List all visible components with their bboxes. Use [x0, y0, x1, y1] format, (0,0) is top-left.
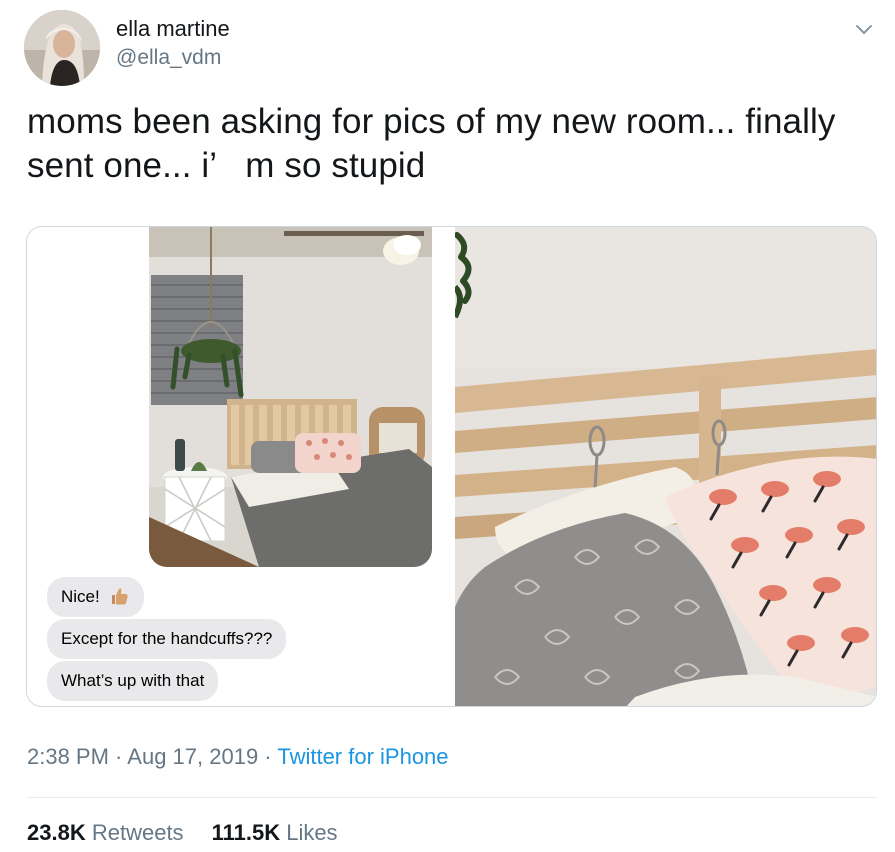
meta-separator: ·: [258, 744, 278, 769]
tweet-source-link[interactable]: Twitter for iPhone: [277, 744, 448, 769]
retweets-count: 23.8K: [27, 820, 86, 845]
likes-count: 111.5K: [211, 820, 281, 845]
message-bubble: Nice!: [47, 577, 145, 617]
avatar[interactable]: [24, 10, 100, 86]
tweet-card: ella martine @ella_vdm moms been asking …: [0, 0, 895, 852]
tweet-stats: 23.8K Retweets 111.5K Likes: [27, 820, 338, 846]
bed-handcuffs-photo: [452, 227, 876, 706]
message-photo: [149, 227, 432, 567]
media-image-left[interactable]: Nice! Except for the handcuffs??? What’s…: [27, 227, 454, 706]
tweet-text-line-1: moms been asking for pics of my new room…: [27, 102, 836, 141]
message-bubble: What’s up with that: [47, 661, 219, 701]
tweet-date[interactable]: Aug 17, 2019: [127, 744, 258, 769]
media-image-right[interactable]: [452, 227, 876, 706]
likes-stat[interactable]: 111.5K Likes: [212, 820, 338, 845]
tweet-media[interactable]: Nice! Except for the handcuffs??? What’s…: [26, 226, 877, 707]
tweet-time[interactable]: 2:38 PM: [27, 744, 109, 769]
display-name[interactable]: ella martine: [116, 16, 230, 42]
divider: [27, 797, 877, 798]
message-text: Nice!: [61, 587, 105, 606]
message-text: Except for the handcuffs???: [61, 629, 273, 648]
meta-separator: ·: [108, 744, 128, 769]
bedroom-photo: [149, 227, 432, 567]
message-bubble: Except for the handcuffs???: [47, 619, 287, 659]
tweet-text: moms been asking for pics of my new room…: [27, 100, 877, 188]
retweets-label: Retweets: [91, 820, 184, 845]
tweet-text-line-2: sent one... i’ m so stupid: [27, 146, 426, 185]
user-handle[interactable]: @ella_vdm: [116, 46, 221, 70]
tweet-meta: 2:38 PM · Aug 17, 2019 · Twitter for iPh…: [27, 744, 449, 770]
chevron-down-icon[interactable]: [853, 18, 875, 40]
avatar-image: [24, 10, 100, 86]
retweets-stat[interactable]: 23.8K Retweets: [27, 820, 184, 845]
thumbs-up-icon: [112, 587, 129, 605]
likes-label: Likes: [286, 820, 338, 845]
message-text: What’s up with that: [61, 671, 205, 690]
